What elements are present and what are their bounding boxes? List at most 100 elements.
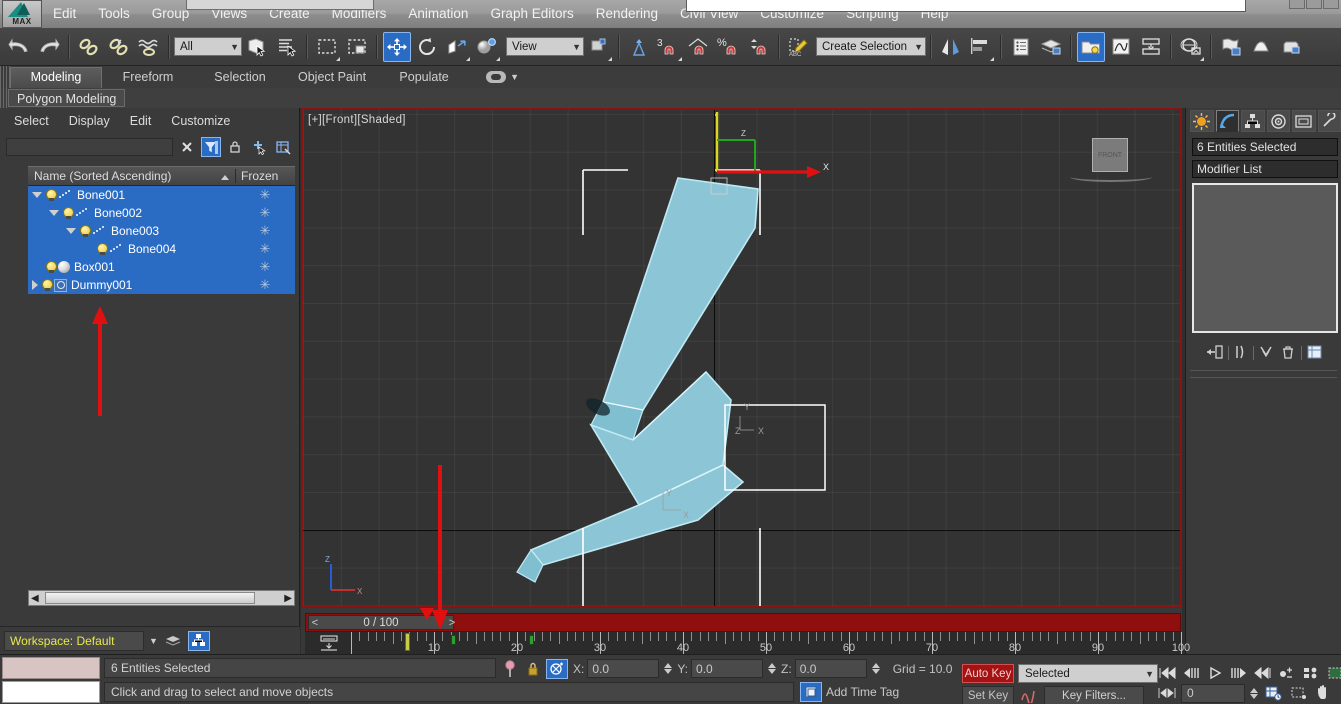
scene-explorer-row[interactable]: Bone004 ✳ <box>28 240 295 258</box>
y-coordinate-input[interactable]: 0.0 <box>691 659 764 678</box>
scene-explorer-row[interactable]: Dummy001 ✳ <box>28 276 295 294</box>
scene-explorer-menu-edit[interactable]: Edit <box>130 114 152 128</box>
time-tag-icon[interactable] <box>800 682 822 702</box>
go-to-start-button[interactable] <box>1156 663 1178 683</box>
show-end-result-icon[interactable] <box>1234 344 1248 363</box>
key-marker-1[interactable] <box>451 635 456 645</box>
play-animation-button[interactable] <box>1204 663 1226 683</box>
previous-frame-arrow-icon[interactable]: < <box>309 616 321 629</box>
chevron-down-icon[interactable]: ▼ <box>149 636 158 646</box>
selection-lock-pin-icon[interactable] <box>500 659 520 679</box>
scene-explorer-row[interactable]: Bone003 ✳ <box>28 222 295 240</box>
y-spinner[interactable] <box>766 660 778 678</box>
absolute-relative-mode-toggle-icon[interactable] <box>546 658 568 679</box>
select-and-scale-button[interactable] <box>443 32 471 62</box>
filter-toggle-icon[interactable] <box>201 137 221 157</box>
scene-explorer-row[interactable]: Bone002 ✳ <box>28 204 295 222</box>
add-icon[interactable] <box>249 137 269 157</box>
edit-named-selection-sets-button[interactable]: ABC <box>785 32 813 62</box>
expand-arrow-closed-icon[interactable] <box>32 280 38 290</box>
open-mini-curve-editor-icon[interactable] <box>319 635 341 651</box>
ribbon-tab-freeform[interactable]: Freeform <box>102 67 194 87</box>
tab-hierarchy[interactable] <box>1241 110 1265 132</box>
maximize-button[interactable] <box>1306 0 1322 9</box>
scene-explorer-row[interactable]: Bone001 ✳ <box>28 186 295 204</box>
auto-key-button[interactable]: Auto Key <box>962 664 1014 683</box>
reference-coordinate-system-combo[interactable]: View ▼ <box>506 37 584 56</box>
maxscript-listener-white[interactable] <box>2 681 100 703</box>
curve-editor-button[interactable] <box>1107 32 1135 62</box>
use-pivot-point-center-button[interactable] <box>585 32 613 62</box>
manage-layers-button[interactable] <box>1037 32 1065 62</box>
key-step-button[interactable] <box>1156 683 1178 703</box>
scene-explorer-frozen-cell[interactable]: ✳ <box>235 223 295 239</box>
go-to-end-button[interactable] <box>1252 663 1274 683</box>
light-bulb-icon[interactable] <box>62 207 74 219</box>
modifier-list-dropdown[interactable]: Modifier List <box>1192 160 1338 178</box>
select-and-rotate-button[interactable] <box>413 32 441 62</box>
scroll-right-arrow-icon[interactable]: ▶ <box>284 593 292 604</box>
key-filters-button[interactable]: Key Filters... <box>1044 686 1144 704</box>
material-editor-button[interactable] <box>1177 32 1205 62</box>
redo-button[interactable] <box>35 32 63 62</box>
tab-modify[interactable] <box>1215 110 1239 132</box>
expand-arrow-open-icon[interactable] <box>66 228 76 234</box>
light-bulb-icon[interactable] <box>96 243 108 255</box>
expand-arrow-open-icon[interactable] <box>49 210 59 216</box>
pin-stack-icon[interactable] <box>1205 344 1223 363</box>
scene-explorer-toggle-icon[interactable] <box>187 630 210 651</box>
ribbon-tab-populate[interactable]: Populate <box>378 67 470 87</box>
close-button[interactable] <box>1323 0 1339 9</box>
menu-item-tools[interactable]: Tools <box>87 0 141 28</box>
z-spinner[interactable] <box>870 660 882 678</box>
tab-motion[interactable] <box>1266 110 1290 132</box>
time-configuration-dialog-button[interactable] <box>1263 683 1285 703</box>
key-mode-toggle-button[interactable] <box>1276 663 1298 683</box>
percent-snap-toggle-button[interactable]: % <box>715 32 743 62</box>
viewport-label[interactable]: [+][Front][Shaded] <box>308 114 406 126</box>
current-frame-spinner[interactable] <box>1248 684 1260 702</box>
maxscript-listener-pink[interactable] <box>2 657 100 679</box>
parameter-curve-out-of-range-icon[interactable] <box>1018 686 1040 704</box>
scrollbar-thumb[interactable] <box>45 592 255 604</box>
layer-explorer-button[interactable] <box>1007 32 1035 62</box>
make-unique-icon[interactable] <box>1259 344 1275 363</box>
light-bulb-icon[interactable] <box>41 279 53 291</box>
scene-explorer-menu-customize[interactable]: Customize <box>171 114 230 128</box>
unlink-selection-button[interactable] <box>105 32 133 62</box>
mini-listener[interactable] <box>2 657 100 703</box>
scene-explorer-frozen-cell[interactable]: ✳ <box>235 277 295 293</box>
ribbon-tab-selection[interactable]: Selection <box>194 67 286 87</box>
previous-frame-button[interactable] <box>1180 663 1202 683</box>
selection-filter-combo[interactable]: All ▼ <box>174 37 242 56</box>
angle-snap-toggle-button[interactable] <box>685 32 713 62</box>
menu-item-rendering[interactable]: Rendering <box>585 0 669 28</box>
select-and-manipulate-button[interactable] <box>625 32 653 62</box>
ribbon-tab-object-paint[interactable]: Object Paint <box>286 67 378 87</box>
select-and-link-button[interactable] <box>75 32 103 62</box>
zoom-extents-all-button[interactable] <box>1324 663 1341 683</box>
time-configuration-button[interactable] <box>1300 663 1322 683</box>
layers-icon[interactable] <box>163 631 183 651</box>
scene-explorer-search-input[interactable] <box>6 138 173 156</box>
rendered-frame-window-button[interactable] <box>1247 32 1275 62</box>
spinner-snap-toggle-button[interactable] <box>745 32 773 62</box>
scene-explorer-menu-display[interactable]: Display <box>69 114 110 128</box>
next-frame-button[interactable] <box>1228 663 1250 683</box>
light-bulb-icon[interactable] <box>45 261 57 273</box>
x-coordinate-input[interactable]: 0.0 <box>587 659 660 678</box>
expand-arrow-open-icon[interactable] <box>32 192 42 198</box>
pan-view-button[interactable] <box>1313 683 1335 703</box>
render-production-button[interactable] <box>1277 32 1305 62</box>
scene-explorer-row[interactable]: Box001 ✳ <box>28 258 295 276</box>
menu-item-graph-editors[interactable]: Graph Editors <box>479 0 584 28</box>
undo-button[interactable] <box>5 32 33 62</box>
menu-item-edit[interactable]: Edit <box>42 0 87 28</box>
mirror-button[interactable] <box>937 32 965 62</box>
configure-modifier-sets-icon[interactable] <box>1307 344 1323 363</box>
select-by-name-button[interactable] <box>273 32 301 62</box>
bind-to-space-warp-button[interactable] <box>135 32 163 62</box>
add-time-tag-label[interactable]: Add Time Tag <box>826 685 899 699</box>
polygon-modeling-panel-button[interactable]: Polygon Modeling <box>8 89 126 107</box>
scene-explorer-menu-select[interactable]: Select <box>14 114 49 128</box>
